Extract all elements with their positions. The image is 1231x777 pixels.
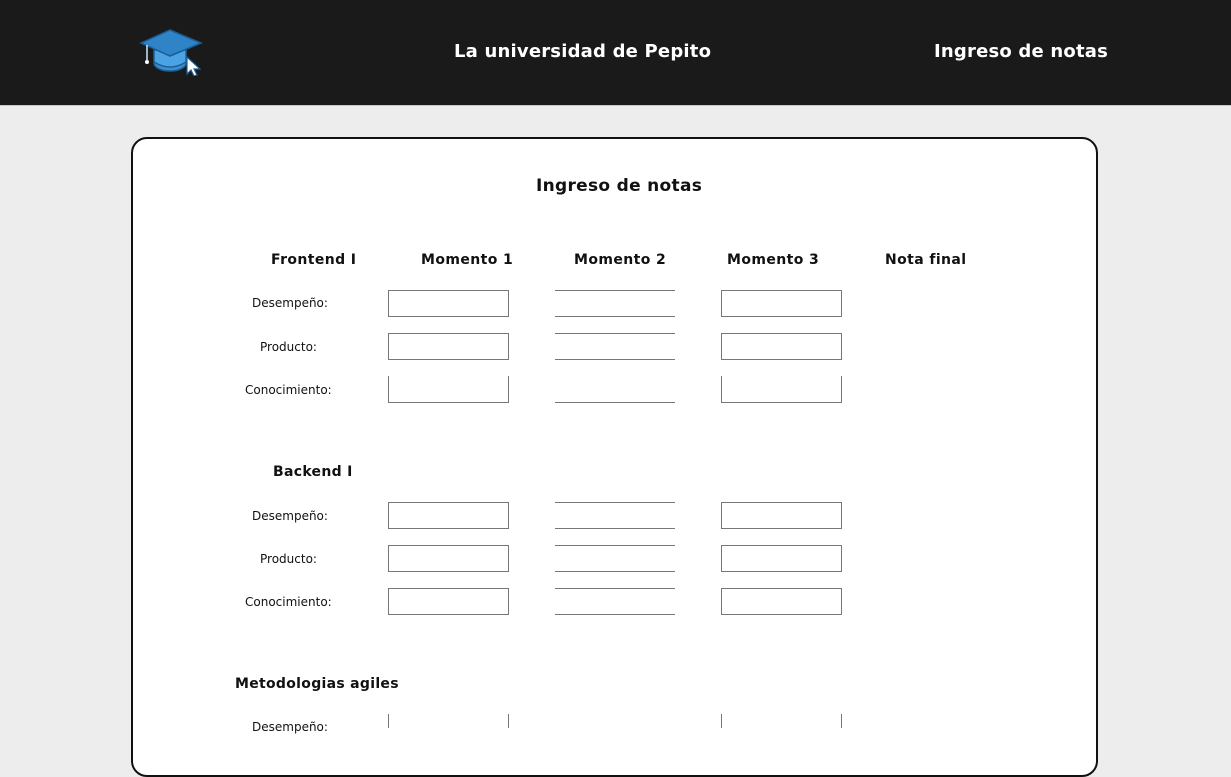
backend-conocimiento-momento-3-input[interactable] [721, 588, 842, 615]
frontend-producto-momento-3-input[interactable] [721, 333, 842, 360]
frontend-conocimiento-momento-1-input[interactable] [388, 376, 509, 403]
subject-heading-backend: Backend I [273, 464, 353, 480]
row-label-desempeno: Desempeño: [252, 296, 328, 310]
row-label-producto: Producto: [260, 340, 317, 354]
column-header-momento-1: Momento 1 [421, 252, 514, 268]
subject-heading-metodologias-agiles: Metodologias agiles [235, 676, 399, 692]
agiles-desempeno-momento-1-input[interactable] [388, 714, 509, 728]
nav-ingreso-de-notas[interactable]: Ingreso de notas [934, 41, 1108, 62]
frontend-producto-momento-1-input[interactable] [388, 333, 509, 360]
backend-desempeno-momento-3-input[interactable] [721, 502, 842, 529]
backend-producto-momento-2-input[interactable] [555, 545, 675, 572]
frontend-conocimiento-momento-3-input[interactable] [721, 376, 842, 403]
column-header-nota-final: Nota final [885, 252, 967, 268]
backend-desempeno-momento-1-input[interactable] [388, 502, 509, 529]
frontend-desempeno-momento-3-input[interactable] [721, 290, 842, 317]
row-label-conocimiento: Conocimiento: [245, 595, 332, 609]
column-header-momento-2: Momento 2 [574, 252, 667, 268]
row-label-desempeno: Desempeño: [252, 509, 328, 523]
backend-desempeno-momento-2-input[interactable] [555, 502, 675, 529]
frontend-desempeno-momento-2-input[interactable] [555, 290, 675, 317]
frontend-conocimiento-momento-2-input[interactable] [555, 376, 675, 403]
row-label-conocimiento: Conocimiento: [245, 383, 332, 397]
frontend-producto-momento-2-input[interactable] [555, 333, 675, 360]
backend-producto-momento-1-input[interactable] [388, 545, 509, 572]
frontend-desempeno-momento-1-input[interactable] [388, 290, 509, 317]
row-label-producto: Producto: [260, 552, 317, 566]
backend-conocimiento-momento-2-input[interactable] [555, 588, 675, 615]
graduation-cap-cursor-icon[interactable] [139, 26, 205, 76]
page-title: Ingreso de notas [536, 176, 703, 196]
backend-producto-momento-3-input[interactable] [721, 545, 842, 572]
subject-heading-frontend: Frontend I [271, 252, 357, 268]
agiles-desempeno-momento-3-input[interactable] [721, 714, 842, 728]
row-label-desempeno: Desempeño: [252, 720, 328, 734]
site-title: La universidad de Pepito [454, 41, 712, 62]
column-header-momento-3: Momento 3 [727, 252, 820, 268]
top-navbar: La universidad de Pepito Ingreso de nota… [0, 0, 1231, 106]
backend-conocimiento-momento-1-input[interactable] [388, 588, 509, 615]
